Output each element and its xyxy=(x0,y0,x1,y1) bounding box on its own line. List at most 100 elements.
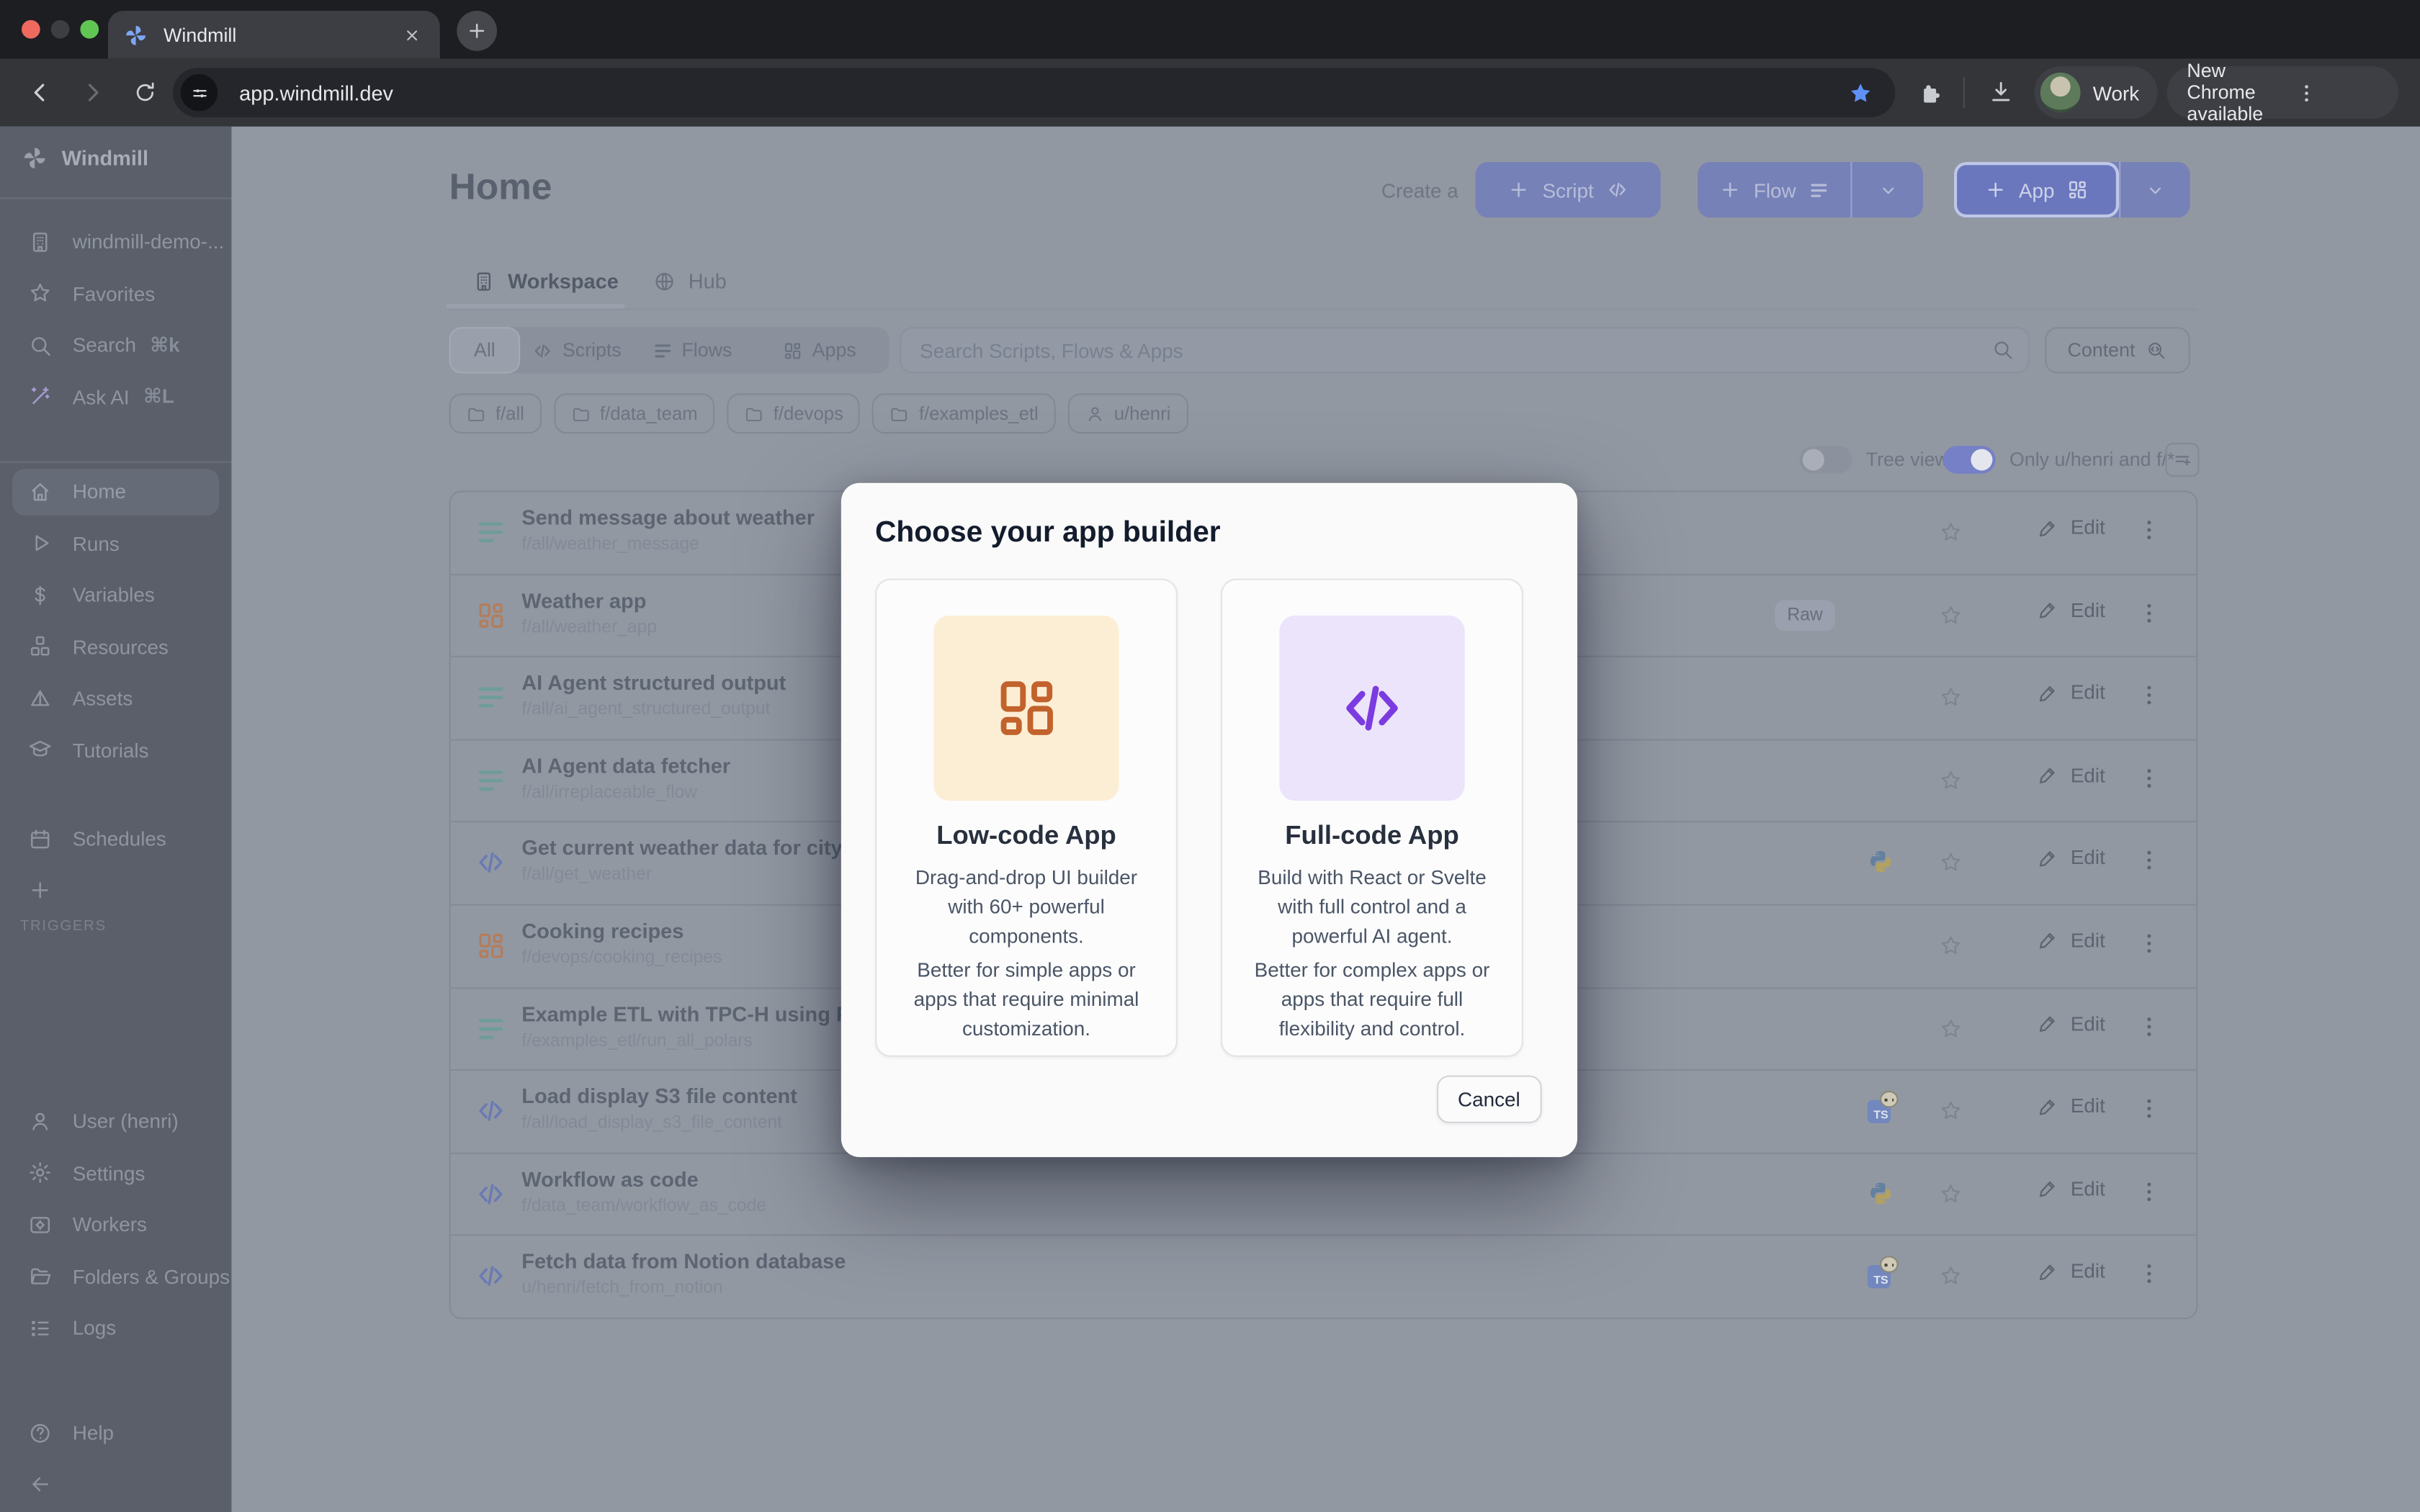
chip-f-examples-etl[interactable]: f/examples_etl xyxy=(873,393,1056,433)
create-app-button[interactable]: App xyxy=(1954,162,2120,217)
row-menu-kebab-icon[interactable] xyxy=(2136,847,2162,873)
sidebar-item-assets[interactable]: Assets xyxy=(0,672,231,724)
tree-view-toggle[interactable] xyxy=(1800,446,1852,474)
search-input[interactable] xyxy=(900,327,2030,373)
sidebar-item-runs[interactable]: Runs xyxy=(0,518,231,570)
row-menu-kebab-icon[interactable] xyxy=(2136,1096,2162,1122)
person-icon xyxy=(1085,403,1105,423)
favorite-star-icon[interactable] xyxy=(1938,685,1963,710)
row-menu-kebab-icon[interactable] xyxy=(2136,765,2162,791)
download-icon[interactable] xyxy=(1988,78,2014,104)
tab-workspace[interactable]: Workspace xyxy=(472,270,619,293)
sidebar-item-plus[interactable] xyxy=(0,865,231,917)
browser-tab[interactable]: Windmill xyxy=(108,11,440,58)
new-tab-button[interactable] xyxy=(457,11,497,51)
favorite-star-icon[interactable] xyxy=(1938,1264,1963,1289)
chip-f-devops[interactable]: f/devops xyxy=(727,393,860,433)
sidebar-item-workers[interactable]: Workers xyxy=(0,1199,231,1251)
edit-button[interactable]: Edit xyxy=(2037,680,2105,703)
filter-segment-all[interactable]: All xyxy=(449,327,521,373)
bookmark-star-icon[interactable] xyxy=(1847,79,1873,105)
sidebar-item-resources[interactable]: Resources xyxy=(0,621,231,673)
reload-button[interactable] xyxy=(123,71,166,114)
sidebar-item-variables[interactable]: Variables xyxy=(0,570,231,621)
full-code-app-card[interactable]: Full-code App Build with React or Svelte… xyxy=(1221,579,1523,1057)
edit-button[interactable]: Edit xyxy=(2037,1094,2105,1117)
typescript-bun-icon: TS xyxy=(1868,1263,1894,1289)
tab-close-icon[interactable] xyxy=(403,25,421,44)
window-zoom-button[interactable] xyxy=(80,20,99,39)
edit-button[interactable]: Edit xyxy=(2037,516,2105,539)
filter-segment-flows[interactable]: Flows xyxy=(635,327,750,373)
site-info-icon[interactable] xyxy=(181,74,218,111)
sidebar-item-ask-ai[interactable]: Ask AI⌘L xyxy=(0,371,231,423)
row-menu-kebab-icon[interactable] xyxy=(2136,683,2162,708)
sidebar-footer-plus[interactable] xyxy=(0,1459,231,1511)
chrome-update-button[interactable]: New Chrome available xyxy=(2167,66,2398,119)
sidebar-item-user-henri[interactable]: User (henri) xyxy=(0,1095,231,1147)
sidebar-item-folders-groups[interactable]: Folders & Groups xyxy=(0,1251,231,1302)
windmill-brand[interactable]: Windmill xyxy=(22,145,148,171)
row-menu-kebab-icon[interactable] xyxy=(2136,1261,2162,1287)
chrome-menu-icon[interactable] xyxy=(2295,81,2383,104)
app-dropdown-button[interactable] xyxy=(2120,162,2190,217)
chip-u-henri[interactable]: u/henri xyxy=(1067,393,1188,433)
sidebar-item-logs[interactable]: Logs xyxy=(0,1302,231,1354)
low-code-app-card[interactable]: Low-code App Drag-and-drop UI builder wi… xyxy=(875,579,1178,1057)
flow-dropdown-button[interactable] xyxy=(1850,162,1923,217)
row-menu-kebab-icon[interactable] xyxy=(2136,517,2162,543)
sidebar-item-windmill-demo[interactable]: windmill-demo-... xyxy=(0,216,231,268)
forward-button[interactable] xyxy=(71,71,115,114)
sidebar-item-search[interactable]: Search⌘k xyxy=(0,320,231,372)
window-minimize-button[interactable] xyxy=(51,20,70,39)
favorite-star-icon[interactable] xyxy=(1938,933,1963,958)
profile-button[interactable]: Work xyxy=(2034,66,2157,119)
sidebar-item-tutorials[interactable]: Tutorials xyxy=(0,724,231,776)
sidebar-item-settings[interactable]: Settings xyxy=(0,1147,231,1199)
app-type-icon xyxy=(475,930,506,961)
filter-segment-scripts[interactable]: Scripts xyxy=(520,327,635,373)
row-menu-kebab-icon[interactable] xyxy=(2136,1013,2162,1039)
edit-button[interactable]: Edit xyxy=(2037,1012,2105,1035)
sidebar-item-schedules[interactable]: Schedules xyxy=(0,813,231,865)
sidebar-item-home[interactable]: Home xyxy=(0,466,231,518)
only-filter-toggle[interactable] xyxy=(1943,446,1996,474)
favorite-star-icon[interactable] xyxy=(1938,520,1963,544)
row-menu-kebab-icon[interactable] xyxy=(2136,1179,2162,1205)
row-menu-kebab-icon[interactable] xyxy=(2136,930,2162,956)
back-button[interactable] xyxy=(19,71,62,114)
edit-button[interactable]: Edit xyxy=(2037,763,2105,786)
edit-button[interactable]: Edit xyxy=(2037,598,2105,621)
edit-button[interactable]: Edit xyxy=(2037,846,2105,869)
create-flow-button[interactable]: Flow xyxy=(1698,162,1850,217)
favorite-star-icon[interactable] xyxy=(1938,851,1963,876)
create-script-button[interactable]: Script xyxy=(1476,162,1661,217)
row-menu-kebab-icon[interactable] xyxy=(2136,600,2162,626)
full-code-icon-tile xyxy=(1279,616,1464,801)
favorite-star-icon[interactable] xyxy=(1938,768,1963,793)
favorite-star-icon[interactable] xyxy=(1938,603,1963,627)
favorite-star-icon[interactable] xyxy=(1938,1182,1963,1206)
content-search-button[interactable]: Content xyxy=(2045,327,2190,373)
filter-segment-apps[interactable]: Apps xyxy=(750,327,889,373)
cancel-button[interactable]: Cancel xyxy=(1436,1076,1542,1123)
sidebar-footer-help[interactable]: Help xyxy=(0,1407,231,1459)
address-bar[interactable]: app.windmill.dev xyxy=(173,68,1895,117)
tab-hub[interactable]: Hub xyxy=(653,270,726,293)
filter-settings-button[interactable] xyxy=(2165,443,2199,477)
edit-button[interactable]: Edit xyxy=(2037,1259,2105,1282)
favorite-star-icon[interactable] xyxy=(1938,1099,1963,1123)
extensions-icon[interactable] xyxy=(1919,80,1945,106)
table-row[interactable]: Workflow as codef/data_team/workflow_as_… xyxy=(451,1152,2197,1235)
table-row[interactable]: Fetch data from Notion databaseu/henri/f… xyxy=(451,1235,2197,1318)
sidebar-item-favorites[interactable]: Favorites xyxy=(0,268,231,320)
edit-label: Edit xyxy=(2071,1094,2105,1117)
edit-button[interactable]: Edit xyxy=(2037,1176,2105,1200)
flow-type-icon xyxy=(475,517,506,548)
chip-f-data-team[interactable]: f/data_team xyxy=(554,393,715,433)
favorite-star-icon[interactable] xyxy=(1938,1016,1963,1040)
window-close-button[interactable] xyxy=(22,20,40,39)
chip-f-all[interactable]: f/all xyxy=(449,393,542,433)
gear-icon xyxy=(28,1161,53,1185)
edit-button[interactable]: Edit xyxy=(2037,929,2105,952)
